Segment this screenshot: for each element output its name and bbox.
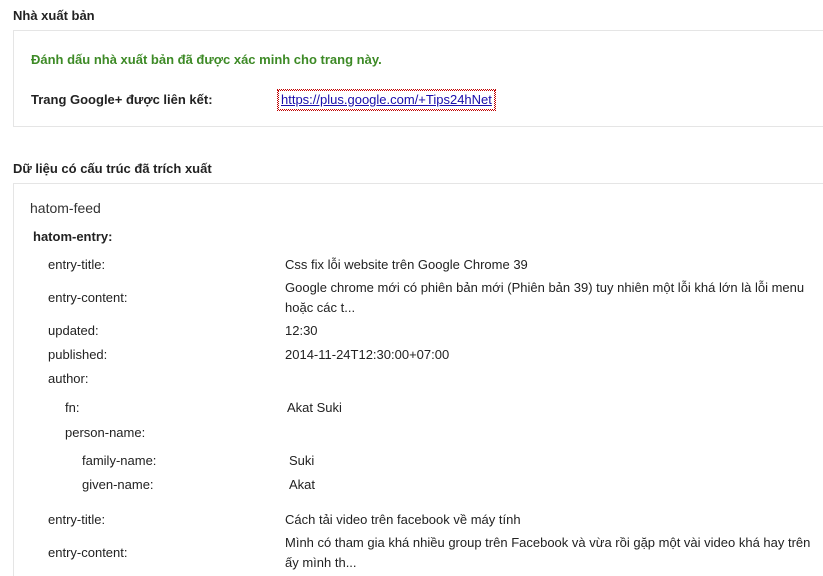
structured-data-heading: Dữ liệu có cấu trúc đã trích xuất (13, 161, 212, 176)
entry2-content-line2: ấy mình th... (285, 555, 357, 570)
updated-value: 12:30 (285, 323, 318, 338)
entry-content-label: entry-content: (48, 290, 128, 305)
entry2-title-value: Cách tải video trên facebook về máy tính (285, 512, 521, 527)
publisher-box (13, 30, 823, 127)
publisher-heading: Nhà xuất bản (13, 8, 95, 23)
linked-google-plus-link[interactable]: https://plus.google.com/+Tips24hNet (277, 89, 496, 111)
updated-label: updated: (48, 323, 99, 338)
linked-google-plus-label: Trang Google+ được liên kết: (31, 92, 213, 107)
published-label: published: (48, 347, 108, 362)
family-name-value: Suki (289, 453, 315, 468)
entry-type: hatom-entry: (33, 229, 113, 244)
given-name-label: given-name: (82, 477, 154, 492)
fn-value: Akat Suki (287, 400, 342, 415)
published-value: 2014-11-24T12:30:00+07:00 (285, 347, 450, 362)
entry-title-value: Css fix lỗi website trên Google Chrome 3… (285, 257, 528, 272)
entry2-content-label: entry-content: (48, 545, 128, 560)
entry-content-line1: Google chrome mới có phiên bản mới (Phiê… (285, 280, 805, 295)
entry-content-line2: hoặc các t... (285, 300, 356, 315)
person-name-label: person-name: (65, 425, 146, 440)
entry2-content-line1: Mình có tham gia khá nhiều group trên Fa… (285, 535, 811, 550)
entry2-title-label: entry-title: (48, 512, 106, 527)
author-label: author: (48, 371, 89, 386)
feed-type: hatom-feed (30, 200, 101, 216)
family-name-label: family-name: (82, 453, 157, 468)
given-name-value: Akat (289, 477, 316, 492)
entry-title-label: entry-title: (48, 257, 106, 272)
verified-publisher-message: Đánh dấu nhà xuất bản đã được xác minh c… (31, 52, 382, 67)
fn-label: fn: (65, 400, 80, 415)
